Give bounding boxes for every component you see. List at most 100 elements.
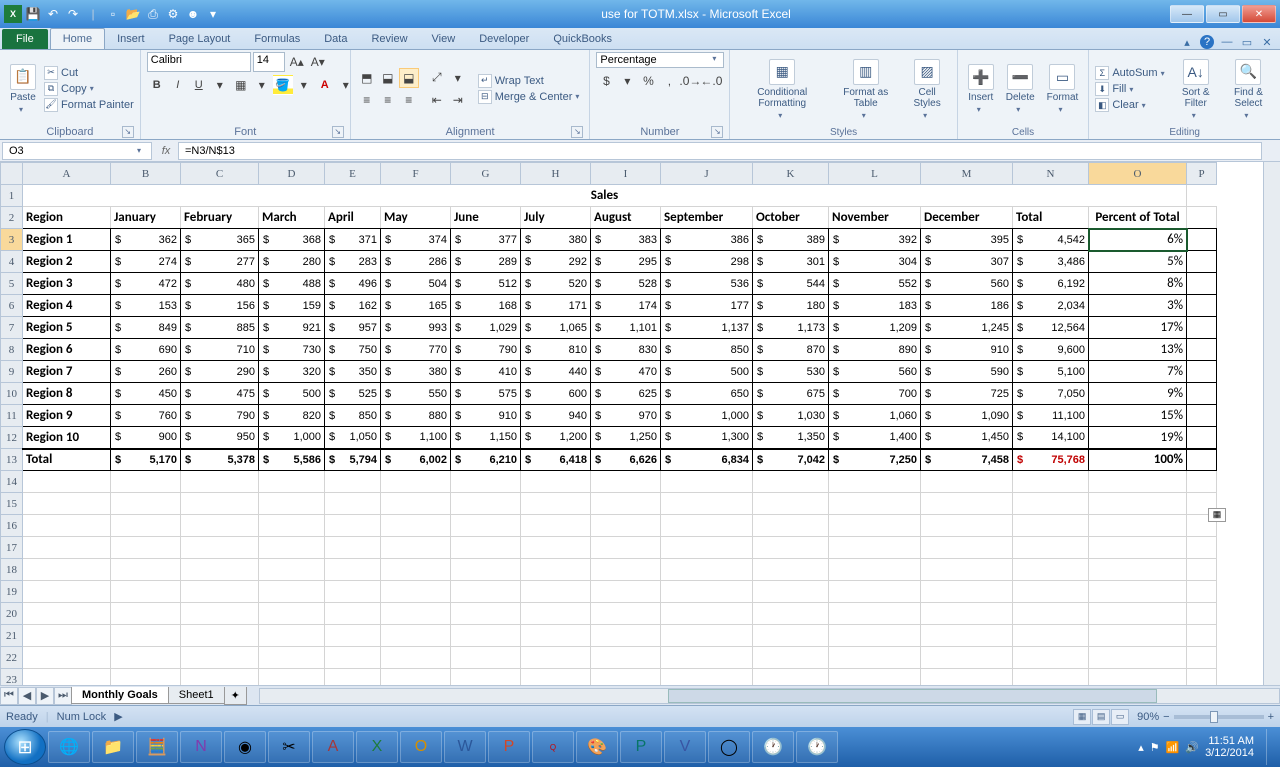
column-header-cell[interactable]: June [451, 207, 521, 229]
empty-cell[interactable] [521, 515, 591, 537]
empty-cell[interactable] [259, 471, 325, 493]
data-cell[interactable]: $1,209 [829, 317, 921, 339]
align-bottom-icon[interactable]: ⬓ [399, 68, 419, 88]
empty-cell[interactable] [1089, 669, 1187, 686]
region-cell[interactable]: Region 8 [23, 383, 111, 405]
data-cell[interactable]: $350 [325, 361, 381, 383]
data-cell[interactable]: $475 [181, 383, 259, 405]
empty-cell[interactable] [381, 471, 451, 493]
data-cell[interactable]: $186 [921, 295, 1013, 317]
empty-cell[interactable] [1187, 603, 1217, 625]
empty-cell[interactable] [181, 559, 259, 581]
data-cell[interactable]: $710 [181, 339, 259, 361]
font-dialog-icon[interactable]: ↘ [332, 126, 344, 138]
total-data-cell[interactable]: $6,626 [591, 449, 661, 471]
empty-cell[interactable] [381, 625, 451, 647]
clipboard-dialog-icon[interactable]: ↘ [122, 126, 134, 138]
qat-face-icon[interactable]: ☻ [184, 5, 202, 23]
empty-cell[interactable] [1187, 581, 1217, 603]
column-header-cell[interactable]: February [181, 207, 259, 229]
data-cell[interactable]: $520 [521, 273, 591, 295]
data-cell[interactable]: $1,101 [591, 317, 661, 339]
column-header-cell[interactable]: Percent of Total [1089, 207, 1187, 229]
empty-cell[interactable] [451, 581, 521, 603]
data-cell[interactable]: $1,065 [521, 317, 591, 339]
taskbar-clock1-icon[interactable]: 🕐 [752, 731, 794, 763]
font-size-select[interactable]: 14 [253, 52, 285, 72]
col-header[interactable]: N [1013, 163, 1089, 185]
data-cell[interactable]: $298 [661, 251, 753, 273]
horizontal-scrollbar[interactable] [259, 688, 1280, 704]
empty-cell[interactable] [181, 647, 259, 669]
empty-cell[interactable] [1187, 471, 1217, 493]
empty-cell[interactable] [829, 471, 921, 493]
empty-cell[interactable] [1089, 603, 1187, 625]
empty-cell[interactable] [661, 603, 753, 625]
taskbar-ppt-icon[interactable]: P [488, 731, 530, 763]
empty-cell[interactable] [451, 625, 521, 647]
data-cell[interactable]: $1,137 [661, 317, 753, 339]
empty-cell[interactable] [753, 647, 829, 669]
empty-cell[interactable] [753, 515, 829, 537]
empty-cell[interactable] [753, 559, 829, 581]
maximize-button[interactable]: ▭ [1206, 5, 1240, 23]
alignment-dialog-icon[interactable]: ↘ [571, 126, 583, 138]
percent-cell[interactable]: 5% [1089, 251, 1187, 273]
empty-cell[interactable] [111, 669, 181, 686]
column-header-cell[interactable]: November [829, 207, 921, 229]
percent-cell[interactable]: 7% [1089, 361, 1187, 383]
data-cell[interactable]: $365 [181, 229, 259, 251]
data-cell[interactable]: $790 [181, 405, 259, 427]
data-cell[interactable]: $292 [521, 251, 591, 273]
empty-cell[interactable] [325, 515, 381, 537]
region-cell[interactable]: Region 10 [23, 427, 111, 449]
grand-total-cell[interactable]: $75,768 [1013, 449, 1089, 471]
autosum-button[interactable]: ΣAutoSum▾ [1095, 66, 1168, 80]
sheet-tab-active[interactable]: Monthly Goals [71, 687, 169, 704]
empty-cell[interactable] [111, 647, 181, 669]
empty-cell[interactable] [451, 471, 521, 493]
data-cell[interactable]: $1,250 [591, 427, 661, 449]
empty-cell[interactable] [259, 537, 325, 559]
empty-cell[interactable] [381, 603, 451, 625]
data-cell[interactable]: $504 [381, 273, 451, 295]
delete-cells-button[interactable]: ➖Delete▾ [1002, 62, 1039, 116]
col-header[interactable]: L [829, 163, 921, 185]
empty-cell[interactable] [23, 559, 111, 581]
empty-cell[interactable] [23, 603, 111, 625]
empty-cell[interactable] [451, 515, 521, 537]
empty-cell[interactable] [259, 669, 325, 686]
total-cell[interactable]: $6,192 [1013, 273, 1089, 295]
macro-record-icon[interactable]: ▶ [114, 710, 122, 723]
empty-cell[interactable] [1013, 559, 1089, 581]
empty-cell[interactable] [181, 581, 259, 603]
empty-cell[interactable] [1187, 647, 1217, 669]
row-header[interactable]: 19 [1, 581, 23, 603]
fx-icon[interactable]: fx [154, 145, 178, 157]
empty-cell[interactable] [1089, 493, 1187, 515]
empty-cell[interactable] [591, 471, 661, 493]
data-cell[interactable]: $174 [591, 295, 661, 317]
data-cell[interactable]: $274 [111, 251, 181, 273]
taskbar-chrome-icon[interactable]: ◯ [708, 731, 750, 763]
data-cell[interactable]: $1,050 [325, 427, 381, 449]
data-cell[interactable]: $380 [381, 361, 451, 383]
data-cell[interactable]: $530 [753, 361, 829, 383]
col-header[interactable]: E [325, 163, 381, 185]
empty-cell[interactable] [753, 471, 829, 493]
increase-decimal-icon[interactable]: .0→ [680, 71, 700, 91]
data-cell[interactable]: $260 [111, 361, 181, 383]
empty-cell[interactable] [661, 493, 753, 515]
region-cell[interactable]: Region 7 [23, 361, 111, 383]
percent-cell[interactable]: 19% [1089, 427, 1187, 449]
data-cell[interactable]: $1,030 [753, 405, 829, 427]
zoom-slider[interactable] [1174, 715, 1264, 719]
row-header[interactable]: 10 [1, 383, 23, 405]
data-cell[interactable]: $301 [753, 251, 829, 273]
data-cell[interactable]: $380 [521, 229, 591, 251]
data-cell[interactable]: $536 [661, 273, 753, 295]
data-cell[interactable]: $528 [591, 273, 661, 295]
data-cell[interactable]: $283 [325, 251, 381, 273]
total-data-cell[interactable]: $5,170 [111, 449, 181, 471]
data-cell[interactable]: $320 [259, 361, 325, 383]
